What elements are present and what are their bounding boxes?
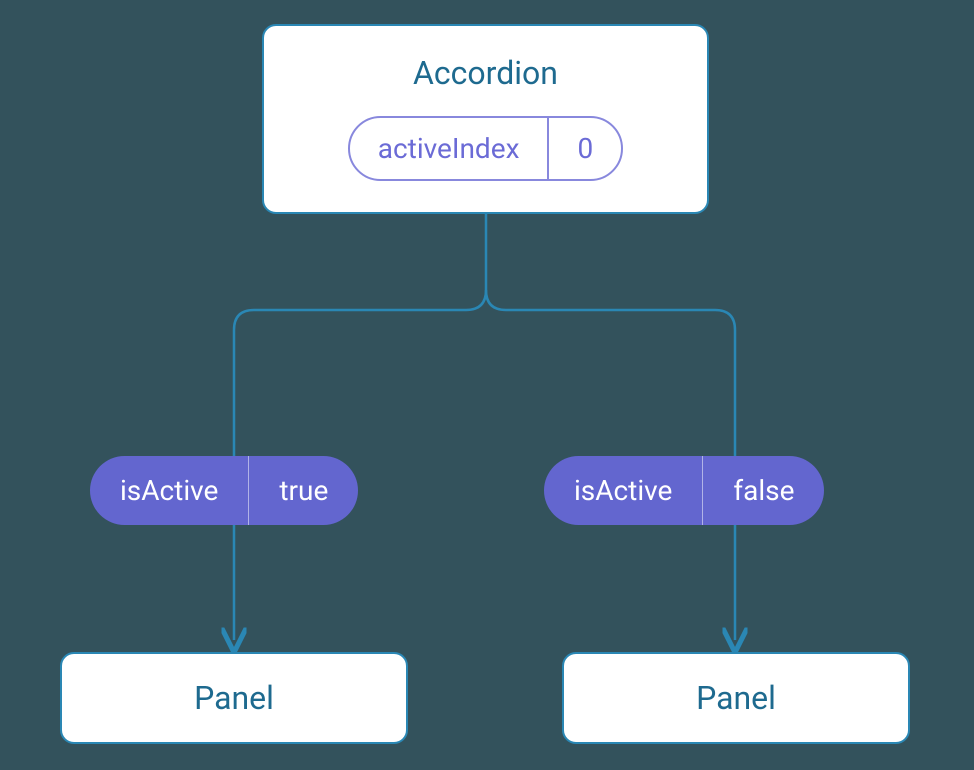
accordion-component-box: Accordion activeIndex 0 [262, 24, 709, 214]
state-pill: activeIndex 0 [348, 116, 623, 181]
props-key-right: isActive [544, 456, 703, 525]
panel-component-box-left: Panel [60, 652, 408, 744]
accordion-title: Accordion [413, 54, 558, 92]
props-pill-right: isActive false [544, 456, 824, 525]
props-value-right: false [703, 456, 824, 525]
component-tree-diagram: Accordion activeIndex 0 isActive true is… [0, 0, 974, 770]
props-key-left: isActive [90, 456, 249, 525]
state-key: activeIndex [350, 118, 550, 179]
props-pill-left: isActive true [90, 456, 358, 525]
props-value-left: true [249, 456, 358, 525]
panel-title-left: Panel [194, 679, 274, 717]
panel-component-box-right: Panel [562, 652, 910, 744]
panel-title-right: Panel [696, 679, 776, 717]
state-value: 0 [549, 118, 621, 179]
